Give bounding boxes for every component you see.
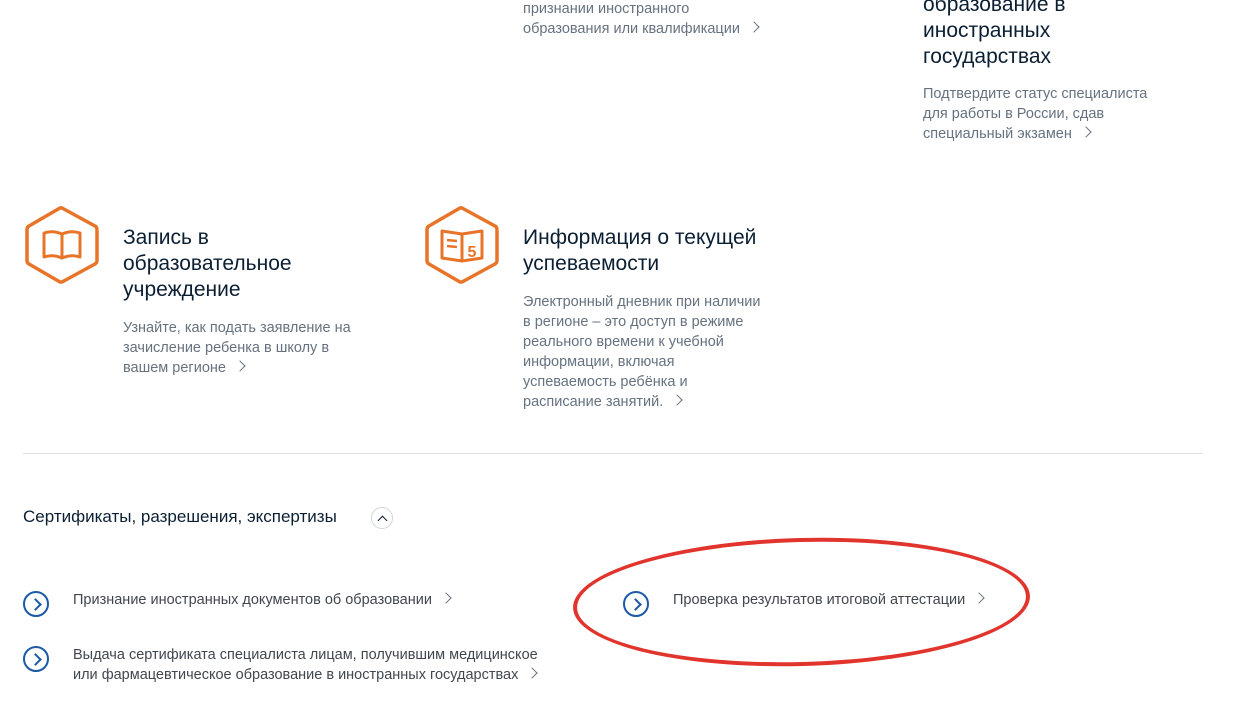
performance-info-title[interactable]: Информация о текущей успеваемости [523,225,823,277]
collapse-section-button[interactable] [371,507,393,529]
chevron-right-icon [748,21,760,33]
school-enrollment-desc[interactable]: Узнайте, как подать заявление на зачисле… [123,318,383,378]
chevron-right-icon [234,360,246,372]
chevron-right-icon [526,667,539,679]
desc-line: реального времени к учебной [523,334,724,350]
desc-line: Электронный дневник при наличии [523,294,761,310]
title-line: государствах [923,45,1052,68]
chevron-right-icon [440,592,452,604]
link-label-line: Выдача сертификата специалиста лицам, по… [73,647,538,663]
foreign-states-desc[interactable]: Подтвердите статус специалиста для работ… [923,84,1223,144]
desc-line: в регионе – это доступ в режиме [523,314,744,330]
title-line: Запись в [123,226,209,249]
foreign-states-title[interactable]: образование в иностранных государствах [923,0,1223,70]
desc-line: образования или квалификации [523,19,823,39]
desc-line: специальный экзамен [923,124,1223,144]
foreign-recognition-desc[interactable]: признании иностранного образования или к… [523,0,823,39]
link-arrow-icon[interactable] [23,591,49,617]
desc-line: для работы в России, сдав [923,106,1105,122]
recognition-link[interactable]: Признание иностранных документов об обра… [73,590,452,610]
desc-line: расписание занятий. [523,392,823,412]
desc-line: вашем регионе [123,358,383,378]
link-label: Признание иностранных документов об обра… [73,592,432,608]
desc-line: признании иностранного [523,1,690,17]
diary-grade-icon: 5 [425,206,499,284]
desc-line: Узнайте, как подать заявление на [123,320,351,336]
section-title: Сертификаты, разрешения, экспертизы [23,507,337,526]
desc-line: информации, включая [523,354,675,370]
link-arrow-icon[interactable] [23,646,49,672]
link-label-line: или фармацевтическое образование в иност… [73,665,573,685]
certificate-link[interactable]: Выдача сертификата специалиста лицам, по… [73,645,573,685]
desc-line: успеваемость ребёнка и [523,374,688,390]
title-line: учреждение [123,278,241,301]
chevron-right-icon [1080,126,1092,138]
highlight-annotation [571,532,1032,672]
title-line: образование в [923,0,1066,16]
chevron-right-icon [671,394,683,406]
performance-info-desc[interactable]: Электронный дневник при наличии в регион… [523,292,823,412]
desc-line: Подтвердите статус специалиста [923,86,1148,102]
desc-line: зачисление ребенка в школу в [123,340,330,356]
title-line: иностранных [923,19,1051,42]
section-divider [23,453,1203,454]
book-icon [25,206,99,284]
title-line: успеваемости [523,252,660,275]
title-line: Информация о текущей [523,226,757,249]
school-enrollment-title[interactable]: Запись в образовательное учреждение [123,225,383,303]
svg-text:5: 5 [468,244,477,261]
title-line: образовательное [123,252,292,275]
